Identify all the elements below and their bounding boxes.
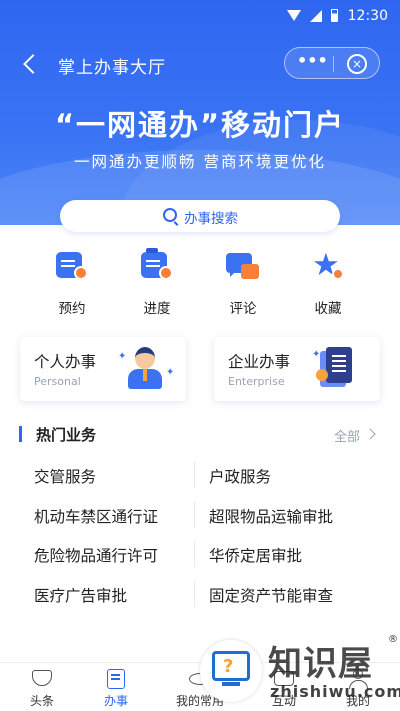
search-bar[interactable]: 办事搜索	[60, 200, 340, 232]
hero-subtitle: 一网通办更顺畅 营商环境更优化	[74, 153, 326, 171]
quick-action-comment[interactable]: 评论	[203, 250, 283, 317]
quick-action-label: 评论	[229, 301, 257, 317]
quick-action-favorite[interactable]: ★ 收藏	[288, 250, 368, 317]
tab-label: 头条	[29, 694, 54, 708]
star-icon: ★	[310, 250, 346, 284]
enterprise-services-card[interactable]: 企业办事 Enterprise ✦	[214, 337, 380, 401]
comment-icon	[225, 250, 261, 284]
signal-icon	[310, 9, 322, 22]
service-row: 机动车禁区通行证 超限物品运输审批	[0, 501, 400, 542]
back-arrow-icon[interactable]	[20, 51, 42, 77]
personal-services-card[interactable]: 个人办事 Personal ✦ ✦	[20, 337, 186, 401]
service-row: 危险物品通行许可 华侨定居审批	[0, 541, 400, 581]
tab-services[interactable]: 办事	[76, 663, 156, 711]
quick-action-appointment[interactable]: 预约	[32, 250, 112, 317]
service-item[interactable]: 户政服务	[209, 465, 271, 487]
person-icon: ✦ ✦	[118, 347, 174, 391]
monitor-icon: ?	[212, 651, 250, 681]
watermark-logo: ? 知识屋 ® zhishiwu.com	[192, 630, 400, 711]
search-label: 办事搜索	[184, 211, 238, 227]
wifi-icon	[287, 10, 301, 21]
quick-action-label: 预约	[58, 301, 86, 317]
card-subtitle: Personal	[34, 375, 81, 388]
nav-bar: 掌上办事大厅 ••• ×	[0, 44, 400, 84]
hot-services-header: 热门业务 全部	[0, 422, 400, 446]
service-row: 交管服务 户政服务	[0, 462, 400, 502]
mini-program-capsule: ••• ×	[284, 47, 380, 79]
service-item[interactable]: 危险物品通行许可	[34, 544, 158, 566]
service-item[interactable]: 超限物品运输审批	[209, 505, 333, 527]
column-divider	[194, 501, 195, 528]
monitor-stand	[222, 682, 240, 686]
tab-label: 办事	[103, 694, 128, 708]
status-icons	[287, 9, 338, 22]
gem-icon	[31, 669, 53, 689]
progress-search-icon	[139, 248, 175, 284]
more-options-icon[interactable]: •••	[297, 53, 328, 72]
status-time: 12:30	[347, 8, 388, 24]
card-title: 个人办事	[34, 353, 97, 371]
service-row: 医疗广告审批 固定资产节能审查	[0, 580, 400, 621]
watermark-domain: zhishiwu.com	[270, 682, 400, 701]
chevron-right-icon[interactable]	[364, 428, 376, 440]
search-icon	[163, 208, 177, 222]
service-item[interactable]: 华侨定居审批	[209, 544, 302, 566]
hero-title: “一网通办”移动门户	[54, 108, 346, 142]
status-bar: 12:30	[0, 0, 400, 34]
tab-headlines[interactable]: 头条	[2, 663, 82, 711]
card-title: 企业办事	[228, 353, 291, 371]
quick-actions: 预约 进度 评论 ★ 收藏	[0, 248, 400, 320]
quick-action-label: 进度	[143, 301, 171, 317]
watermark-brand: 知识屋	[268, 644, 373, 684]
page-title: 掌上办事大厅	[58, 58, 166, 78]
column-divider	[194, 541, 195, 567]
section-accent-bar	[19, 426, 22, 442]
hot-services-grid: 交管服务 户政服务 机动车禁区通行证 超限物品运输审批 危险物品通行许可 华侨定…	[0, 462, 400, 620]
section-title: 热门业务	[36, 426, 97, 444]
column-divider	[194, 580, 195, 607]
enterprise-document-icon: ✦	[312, 347, 358, 391]
service-item[interactable]: 医疗广告审批	[34, 584, 127, 606]
quick-action-label: 收藏	[314, 301, 342, 317]
close-icon[interactable]: ×	[347, 54, 367, 74]
battery-icon	[331, 9, 338, 22]
document-clock-icon	[105, 669, 127, 689]
service-item[interactable]: 机动车禁区通行证	[34, 505, 158, 527]
registered-mark: ®	[388, 634, 398, 645]
capsule-divider	[333, 56, 334, 72]
service-item[interactable]: 交管服务	[34, 465, 96, 487]
service-item[interactable]: 固定资产节能审查	[209, 584, 333, 606]
calendar-document-icon	[54, 250, 90, 284]
card-subtitle: Enterprise	[228, 375, 285, 388]
quick-action-progress[interactable]: 进度	[117, 248, 197, 317]
view-all-link[interactable]: 全部	[334, 426, 360, 445]
column-divider	[194, 462, 195, 488]
